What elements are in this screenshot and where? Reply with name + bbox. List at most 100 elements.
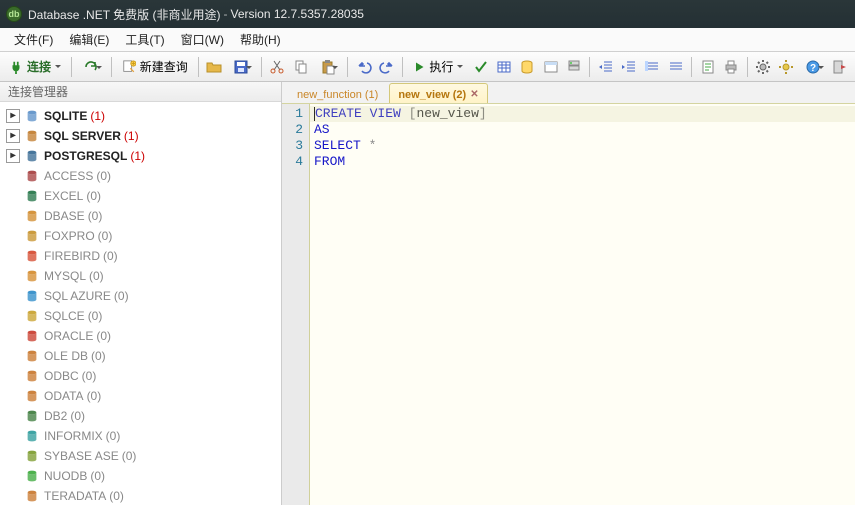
save-button[interactable]: [227, 56, 256, 78]
table-button[interactable]: [540, 56, 561, 78]
redo-button[interactable]: [376, 56, 397, 78]
results-grid-button[interactable]: [494, 56, 515, 78]
oracle-icon: [24, 328, 40, 344]
tree-item-access[interactable]: ACCESS (0): [0, 166, 281, 186]
indent-button[interactable]: [619, 56, 640, 78]
tab-label: new_function (1): [297, 89, 378, 101]
db2-icon: [24, 408, 40, 424]
sidebar: 连接管理器 ▸SQLITE (1)▸SQL SERVER (1)▸POSTGRE…: [0, 82, 282, 505]
title-sep: -: [223, 7, 227, 21]
title-bar: db Database .NET 免费版 (非商业用途) - Version 1…: [0, 0, 855, 28]
tree-item-oracle[interactable]: ORACLE (0): [0, 326, 281, 346]
excel-icon: [24, 188, 40, 204]
tree-item-excel[interactable]: EXCEL (0): [0, 186, 281, 206]
tree-label: SYBASE ASE: [44, 449, 119, 463]
odbc-icon: [24, 368, 40, 384]
close-icon[interactable]: ✕: [470, 89, 478, 100]
print-button[interactable]: [720, 56, 741, 78]
tree-label: SQL AZURE: [44, 289, 111, 303]
tree-item-sqlserver[interactable]: ▸SQL SERVER (1): [0, 126, 281, 146]
tree-item-informix[interactable]: INFORMIX (0): [0, 426, 281, 446]
app-title: Database .NET 免费版 (非商业用途): [28, 6, 220, 23]
tree-item-sybase[interactable]: SYBASE ASE (0): [0, 446, 281, 466]
tree-item-sqlite[interactable]: ▸SQLITE (1): [0, 106, 281, 126]
server-button[interactable]: [563, 56, 584, 78]
sqlite-icon: [24, 108, 40, 124]
expand-icon[interactable]: ▸: [6, 109, 20, 123]
menu-window[interactable]: 窗口(W): [173, 29, 232, 50]
menu-tools[interactable]: 工具(T): [117, 29, 172, 50]
tree-item-mysql[interactable]: MYSQL (0): [0, 266, 281, 286]
tree-count: (0): [90, 469, 105, 483]
plugin-button[interactable]: [776, 56, 797, 78]
refresh-button[interactable]: [77, 56, 106, 78]
exit-button[interactable]: [830, 56, 851, 78]
tree-label: ACCESS: [44, 169, 93, 183]
editor-tab[interactable]: new_function (1): [288, 83, 387, 103]
tree-item-sqlazure[interactable]: SQL AZURE (0): [0, 286, 281, 306]
paste-button[interactable]: [313, 56, 342, 78]
oledb-icon: [24, 348, 40, 364]
expand-icon[interactable]: ▸: [6, 149, 20, 163]
db-browse-button[interactable]: [517, 56, 538, 78]
tree-item-nuodb[interactable]: NUODB (0): [0, 466, 281, 486]
tree-item-dbase[interactable]: DBASE (0): [0, 206, 281, 226]
code-text[interactable]: CREATE VIEW [new_view] AS SELECT * FROM: [310, 104, 855, 505]
new-query-label: 新建查询: [140, 58, 188, 75]
tree-count: (0): [96, 169, 111, 183]
script-button[interactable]: [697, 56, 718, 78]
check-button[interactable]: [470, 56, 491, 78]
open-button[interactable]: [204, 56, 225, 78]
tree-item-postgres[interactable]: ▸POSTGRESQL (1): [0, 146, 281, 166]
tree-count: (0): [114, 289, 129, 303]
new-query-button[interactable]: 新建查询: [117, 56, 193, 78]
firebird-icon: [24, 248, 40, 264]
sidebar-title: 连接管理器: [0, 82, 281, 102]
settings-button[interactable]: [753, 56, 774, 78]
uncomment-button[interactable]: [665, 56, 686, 78]
tree-item-sqlce[interactable]: SQLCE (0): [0, 306, 281, 326]
tree-item-oledb[interactable]: OLE DB (0): [0, 346, 281, 366]
tree-label: TERADATA: [44, 489, 106, 503]
tree-count: (0): [98, 229, 113, 243]
odata-icon: [24, 388, 40, 404]
tree-label: SQLCE: [44, 309, 85, 323]
tree-count: (0): [82, 369, 97, 383]
connection-tree[interactable]: ▸SQLITE (1)▸SQL SERVER (1)▸POSTGRESQL (1…: [0, 102, 281, 505]
editor-tab[interactable]: new_view (2)✕: [389, 83, 487, 103]
line-gutter: 1 2 3 4: [282, 104, 310, 505]
tab-strip: new_function (1) new_view (2)✕: [282, 82, 855, 104]
menu-file[interactable]: 文件(F): [6, 29, 61, 50]
tree-item-odbc[interactable]: ODBC (0): [0, 366, 281, 386]
nuodb-icon: [24, 468, 40, 484]
tree-label: SQLITE: [44, 109, 87, 123]
tree-label: DB2: [44, 409, 67, 423]
outdent-button[interactable]: [595, 56, 616, 78]
tree-label: FOXPRO: [44, 229, 95, 243]
tree-count: (0): [87, 389, 102, 403]
comment-button[interactable]: [642, 56, 663, 78]
tree-item-teradata[interactable]: TERADATA (0): [0, 486, 281, 505]
tree-item-firebird[interactable]: FIREBIRD (0): [0, 246, 281, 266]
tree-label: SQL SERVER: [44, 129, 121, 143]
menu-edit[interactable]: 编辑(E): [61, 29, 117, 50]
tree-item-db2[interactable]: DB2 (0): [0, 406, 281, 426]
undo-button[interactable]: [353, 56, 374, 78]
code-area[interactable]: 1 2 3 4 CREATE VIEW [new_view] AS SELECT…: [282, 104, 855, 505]
dbase-icon: [24, 208, 40, 224]
help-button[interactable]: ?: [799, 56, 828, 78]
tree-item-odata[interactable]: ODATA (0): [0, 386, 281, 406]
tree-item-foxpro[interactable]: FOXPRO (0): [0, 226, 281, 246]
expand-icon[interactable]: ▸: [6, 129, 20, 143]
menu-help[interactable]: 帮助(H): [232, 29, 289, 50]
tree-label: ORACLE: [44, 329, 93, 343]
mysql-icon: [24, 268, 40, 284]
cut-button[interactable]: [267, 56, 288, 78]
connect-button[interactable]: 连接: [4, 56, 66, 78]
tree-label: FIREBIRD: [44, 249, 100, 263]
copy-button[interactable]: [290, 56, 311, 78]
new-query-icon: [122, 60, 136, 74]
execute-button[interactable]: 执行: [408, 56, 468, 78]
execute-label: 执行: [429, 58, 453, 75]
play-icon: [413, 61, 425, 73]
